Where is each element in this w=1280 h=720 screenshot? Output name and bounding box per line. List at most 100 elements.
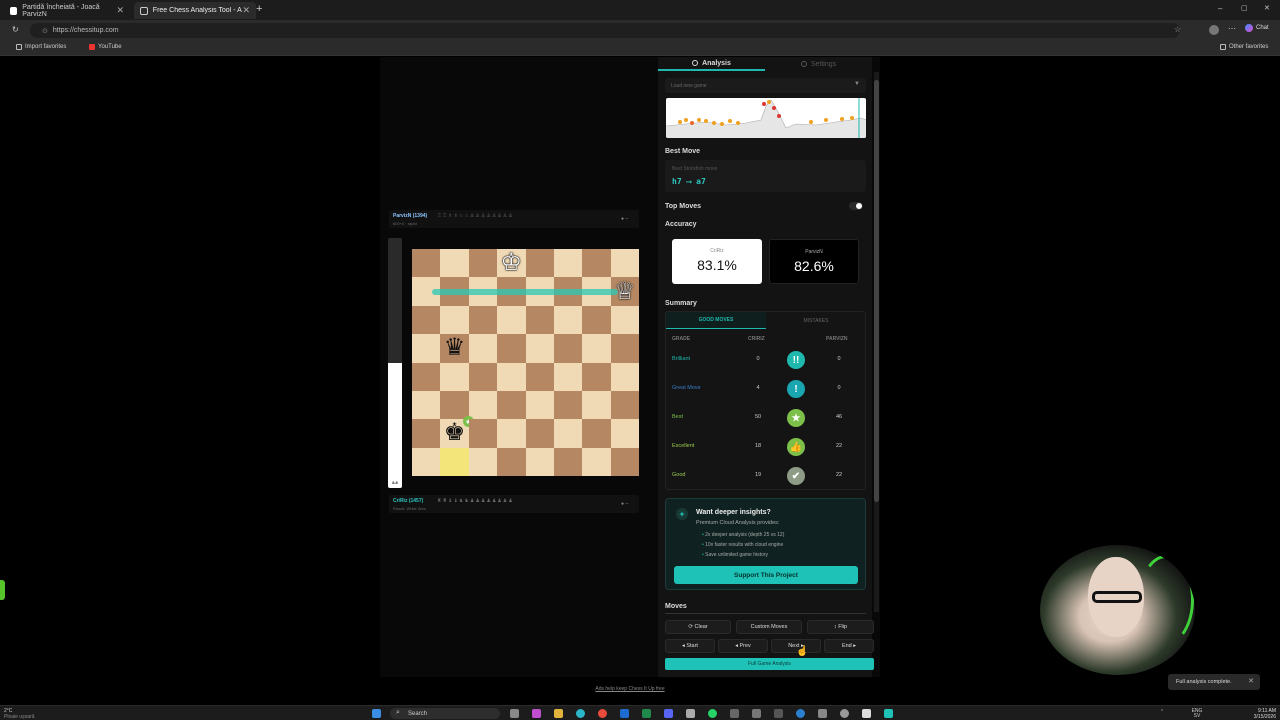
app-icon[interactable] xyxy=(730,709,739,718)
board-square-f4[interactable] xyxy=(553,362,583,391)
board-square-b5[interactable]: ♛ xyxy=(440,334,469,363)
excel-icon[interactable] xyxy=(642,709,651,718)
board-square-d6[interactable] xyxy=(497,305,526,335)
system-clock[interactable]: 9:11 AM 3/15/2026 xyxy=(1240,708,1276,720)
browser-tab-1[interactable]: Partidă încheiată - Joacă ParvizN ✕ xyxy=(4,2,130,19)
board-square-g6[interactable] xyxy=(582,305,611,335)
window-minimize-button[interactable]: – xyxy=(1218,4,1222,13)
board-square-b1[interactable] xyxy=(440,447,469,476)
close-tab-icon[interactable]: ✕ xyxy=(242,5,250,16)
chess-board[interactable]: ♔♕♛♚★ xyxy=(412,249,639,476)
board-square-a4[interactable] xyxy=(412,362,441,391)
youtube-link[interactable]: YouTube xyxy=(89,44,122,50)
app-icon[interactable] xyxy=(884,709,893,718)
task-view-icon[interactable] xyxy=(510,709,519,718)
board-square-d5[interactable] xyxy=(497,334,526,363)
load-game-select[interactable]: Load new game ▼ xyxy=(665,78,866,93)
chess-piece-d8[interactable]: ♔ xyxy=(497,249,525,277)
app-icon[interactable] xyxy=(796,709,805,718)
toast-close-icon[interactable]: ✕ xyxy=(1248,677,1254,685)
board-square-h5[interactable] xyxy=(610,334,639,363)
favorite-star-icon[interactable]: ☆ xyxy=(1174,25,1181,34)
app-icon[interactable] xyxy=(686,709,695,718)
support-project-button[interactable]: Support This Project xyxy=(674,566,858,584)
board-square-a6[interactable] xyxy=(412,305,441,335)
taskbar-search[interactable]: ⌕ Search xyxy=(390,708,500,719)
profile-avatar[interactable] xyxy=(1209,25,1219,35)
flip-button[interactable]: ↕ Flip xyxy=(807,620,874,634)
board-square-b2[interactable]: ♚★ xyxy=(440,416,474,448)
board-square-c2[interactable] xyxy=(468,419,498,448)
window-close-button[interactable]: ✕ xyxy=(1264,4,1270,12)
chrome-icon[interactable] xyxy=(598,709,607,718)
board-square-f8[interactable] xyxy=(553,249,583,278)
board-square-f3[interactable] xyxy=(553,390,583,420)
refresh-icon[interactable]: ↻ xyxy=(12,25,19,34)
board-square-e8[interactable] xyxy=(525,249,554,278)
app-icon[interactable] xyxy=(752,709,761,718)
board-square-e2[interactable] xyxy=(525,419,554,448)
board-square-d3[interactable] xyxy=(497,390,526,420)
start-button[interactable]: ◂ Start xyxy=(665,639,715,653)
board-square-e6[interactable] xyxy=(525,305,554,335)
windows-start-icon[interactable] xyxy=(372,709,381,718)
board-square-c6[interactable] xyxy=(468,305,498,335)
ads-support-link[interactable]: Ads help keep Chess It Up free xyxy=(540,686,720,692)
window-maximize-button[interactable]: ▢ xyxy=(1241,4,1248,12)
board-square-a1[interactable] xyxy=(412,447,441,476)
whatsapp-icon[interactable] xyxy=(708,709,717,718)
tab-analysis[interactable]: Analysis xyxy=(658,57,765,71)
copilot-icon[interactable] xyxy=(532,709,541,718)
app-icon[interactable] xyxy=(818,709,827,718)
board-square-e4[interactable] xyxy=(525,362,554,391)
board-square-h6[interactable] xyxy=(610,305,639,335)
board-square-d4[interactable] xyxy=(497,362,526,391)
copilot-chat-button[interactable]: Chat xyxy=(1245,24,1269,32)
tab-mistakes[interactable]: MISTAKES xyxy=(766,312,866,329)
board-square-f6[interactable] xyxy=(553,305,583,335)
more-menu-icon[interactable]: ⋯ xyxy=(1228,24,1236,33)
board-square-f1[interactable] xyxy=(553,447,583,476)
chess-piece-b5[interactable]: ♛ xyxy=(440,334,468,362)
board-square-f2[interactable] xyxy=(553,419,583,448)
tab-good-moves[interactable]: GOOD MOVES xyxy=(666,312,766,329)
board-square-b6[interactable] xyxy=(440,305,469,335)
discord-icon[interactable] xyxy=(664,709,673,718)
board-square-d8[interactable]: ♔ xyxy=(497,249,526,278)
new-tab-button[interactable]: + xyxy=(256,3,262,15)
full-game-analysis-button[interactable]: Full Game Analysis xyxy=(665,658,874,670)
notepad-icon[interactable] xyxy=(862,709,871,718)
edge-browser-icon[interactable] xyxy=(576,709,585,718)
board-square-c5[interactable] xyxy=(468,334,498,363)
evaluation-graph[interactable] xyxy=(666,98,866,138)
board-square-g1[interactable] xyxy=(582,447,611,476)
board-square-c4[interactable] xyxy=(468,362,498,391)
board-square-h2[interactable] xyxy=(610,419,639,448)
close-tab-icon[interactable]: ✕ xyxy=(116,5,124,16)
prev-button[interactable]: ◂ Prev xyxy=(718,639,768,653)
panel-scroll-thumb[interactable] xyxy=(874,80,879,502)
board-square-h3[interactable] xyxy=(610,390,639,420)
weather-widget[interactable]: 2°C Ploaie ușoară xyxy=(4,708,35,720)
board-square-a5[interactable] xyxy=(412,334,441,363)
other-favorites-link[interactable]: Other favorites xyxy=(1220,44,1268,50)
board-square-b3[interactable] xyxy=(440,390,469,420)
board-square-h4[interactable] xyxy=(610,362,639,391)
outlook-icon[interactable] xyxy=(620,709,629,718)
app-icon[interactable] xyxy=(774,709,783,718)
board-square-c3[interactable] xyxy=(468,390,498,420)
board-square-g2[interactable] xyxy=(582,419,611,448)
board-square-d2[interactable] xyxy=(497,419,526,448)
board-square-g3[interactable] xyxy=(582,390,611,420)
board-square-e1[interactable] xyxy=(525,447,554,476)
board-square-h1[interactable] xyxy=(610,447,639,476)
end-button[interactable]: End ▸ xyxy=(824,639,874,653)
board-square-a2[interactable] xyxy=(412,419,441,448)
board-square-e3[interactable] xyxy=(525,390,554,420)
board-square-h8[interactable] xyxy=(610,249,639,278)
board-square-a3[interactable] xyxy=(412,390,441,420)
board-square-e5[interactable] xyxy=(525,334,554,363)
board-square-f5[interactable] xyxy=(553,334,583,363)
settings-gear-icon[interactable] xyxy=(840,709,849,718)
import-favorites-link[interactable]: Import favorites xyxy=(16,44,66,50)
